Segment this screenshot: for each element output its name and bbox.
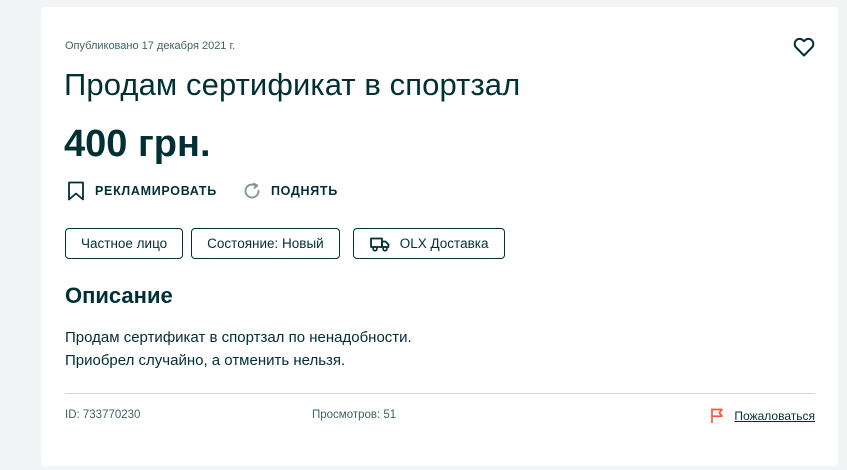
truck-icon xyxy=(369,237,390,252)
promote-button[interactable]: РЕКЛАМИРОВАТЬ xyxy=(67,181,217,201)
bookmark-outline-icon xyxy=(68,181,84,201)
favorite-button[interactable] xyxy=(792,35,816,59)
tag-condition[interactable]: Состояние: Новый xyxy=(191,228,340,259)
delivery-label: OLX Доставка xyxy=(399,236,489,251)
ad-tags: Частное лицо Состояние: Новый OLX Достав… xyxy=(65,228,513,259)
promote-label: РЕКЛАМИРОВАТЬ xyxy=(95,184,217,198)
tag-seller-type[interactable]: Частное лицо xyxy=(65,228,184,259)
ad-title: Продам сертификат в спортзал xyxy=(64,67,521,102)
refresh-icon xyxy=(244,182,260,199)
report-label: Пожаловаться xyxy=(734,408,815,423)
tag-delivery[interactable]: OLX Доставка xyxy=(352,228,506,259)
description-heading: Описание xyxy=(65,283,173,308)
description-line: Продам сертификат в спортзал по ненадобн… xyxy=(65,329,412,346)
report-link[interactable]: Пожаловаться xyxy=(710,408,815,423)
published-date: Опубликовано 17 декабря 2021 г. xyxy=(65,40,236,52)
ad-card: Опубликовано 17 декабря 2021 г. Продам с… xyxy=(41,7,838,466)
divider xyxy=(65,393,815,394)
raise-button[interactable]: ПОДНЯТЬ xyxy=(243,182,338,200)
heart-outline-icon xyxy=(793,37,815,57)
ad-price: 400 грн. xyxy=(64,123,211,165)
description-text: Продам сертификат в спортзал по ненадобн… xyxy=(65,326,412,372)
ad-actions: РЕКЛАМИРОВАТЬ ПОДНЯТЬ xyxy=(67,181,364,201)
description-line: Приобрел случайно, а отменить нельзя. xyxy=(65,352,346,369)
ad-id: ID: 733770230 xyxy=(65,409,141,421)
flag-icon xyxy=(711,408,724,423)
raise-label: ПОДНЯТЬ xyxy=(270,184,338,198)
views-count: Просмотров: 51 xyxy=(312,409,397,421)
